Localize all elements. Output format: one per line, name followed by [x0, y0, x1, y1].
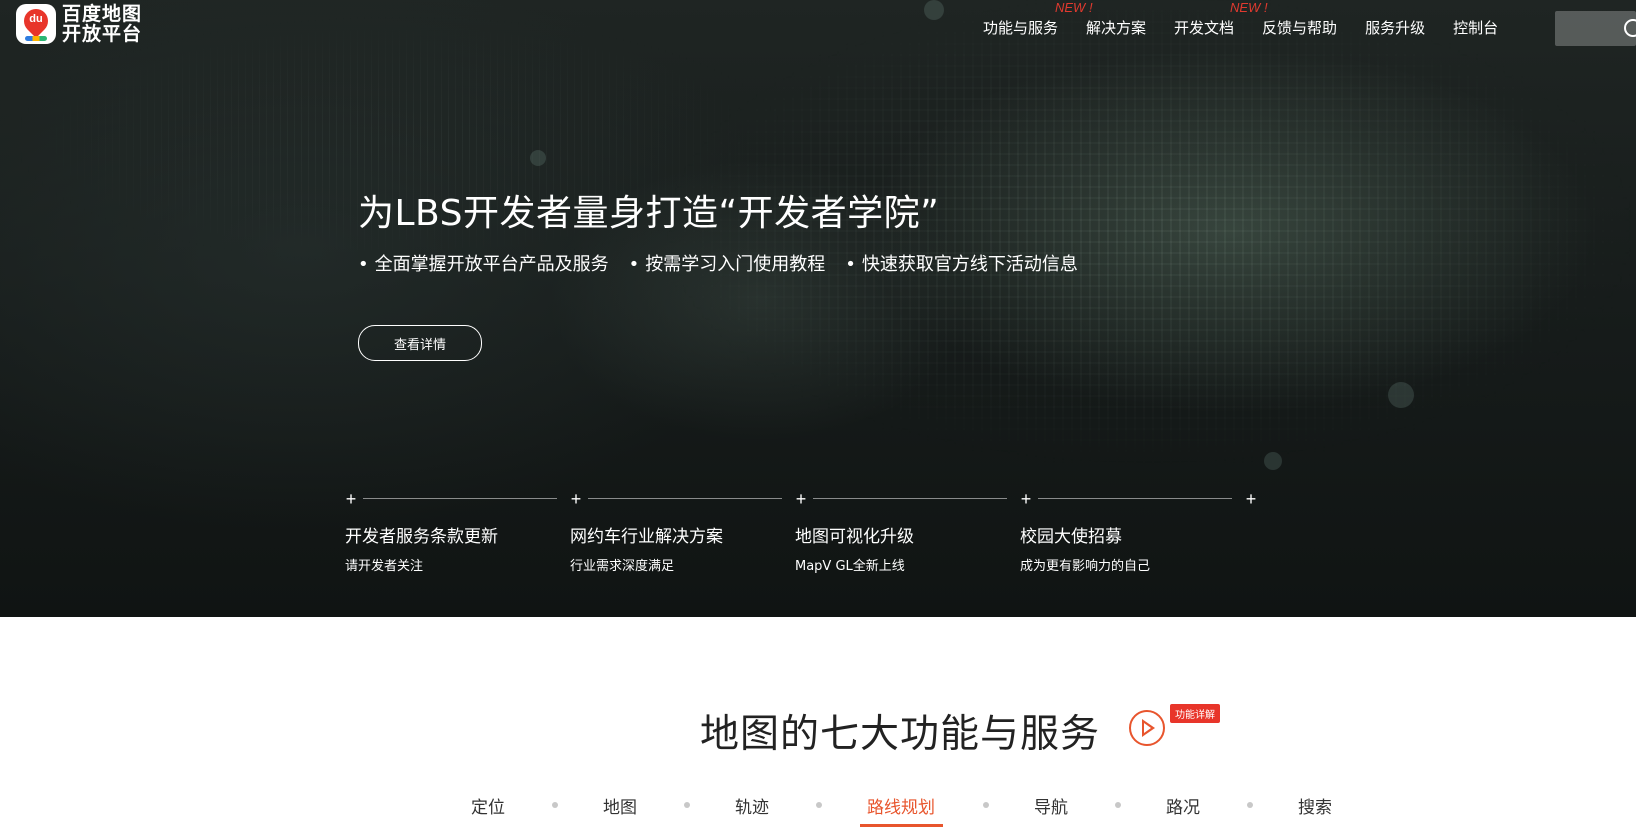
tab-separator-dot: [983, 802, 989, 808]
hero-bullet: 全面掌握开放平台产品及服务: [358, 250, 609, 276]
nav-item-solutions[interactable]: 解决方案: [1086, 17, 1146, 38]
tab-separator-dot: [1115, 802, 1121, 808]
hero-bullets: 全面掌握开放平台产品及服务 按需学习入门使用教程 快速获取官方线下活动信息: [358, 250, 1098, 276]
tab-separator-dot: [552, 802, 558, 808]
tab-separator-dot: [816, 802, 822, 808]
news-item[interactable]: 开发者服务条款更新 请开发者关注: [345, 522, 498, 574]
section-title: 地图的七大功能与服务: [700, 712, 1101, 757]
plus-icon: +: [795, 489, 807, 509]
news-title: 网约车行业解决方案: [570, 527, 723, 547]
plus-icon: +: [345, 489, 357, 509]
news-title: 校园大使招募: [1020, 527, 1122, 547]
bokeh-light: [1264, 452, 1282, 470]
tab-navigation[interactable]: 导航: [1034, 793, 1068, 818]
news-item[interactable]: 网约车行业解决方案 行业需求深度满足: [570, 522, 723, 574]
new-badge: NEW !: [1230, 0, 1268, 15]
hero-bullet: 快速获取官方线下活动信息: [845, 250, 1078, 276]
nav-item-console[interactable]: 控制台: [1453, 17, 1498, 38]
plus-icon: +: [570, 489, 582, 509]
hero-title: 为LBS开发者量身打造“开发者学院”: [358, 193, 940, 234]
nav-item-features[interactable]: NEW ! 功能与服务: [983, 0, 1093, 38]
feature-detail-badge[interactable]: 功能详解: [1170, 704, 1220, 723]
bokeh-light: [924, 0, 944, 20]
nav-item-feedback[interactable]: 反馈与帮助: [1262, 17, 1337, 38]
tab-location[interactable]: 定位: [471, 793, 505, 818]
divider: [813, 498, 1007, 499]
top-nav: NEW ! 功能与服务 解决方案 NEW ! 开发文档 反馈与帮助 服务升级 控…: [983, 0, 1526, 38]
news-title: 地图可视化升级: [795, 527, 914, 547]
play-video-button[interactable]: [1129, 710, 1165, 746]
tab-track[interactable]: 轨迹: [735, 793, 769, 818]
news-item[interactable]: 校园大使招募 成为更有影响力的自己: [1020, 522, 1150, 574]
tab-separator-dot: [1247, 802, 1253, 808]
tab-separator-dot: [684, 802, 690, 808]
view-details-button[interactable]: 查看详情: [358, 325, 482, 361]
tab-search[interactable]: 搜索: [1298, 793, 1332, 818]
plus-icon: +: [1020, 489, 1032, 509]
news-subtitle: MapV GL全新上线: [795, 559, 905, 574]
bokeh-light: [1388, 382, 1414, 408]
search-icon[interactable]: [1624, 19, 1636, 37]
news-subtitle: 行业需求深度满足: [570, 559, 675, 574]
baidu-map-logo-icon: du: [16, 4, 56, 44]
nav-item-upgrade[interactable]: 服务升级: [1365, 17, 1425, 38]
active-tab-indicator: [860, 824, 943, 827]
news-item[interactable]: 地图可视化升级 MapV GL全新上线: [795, 522, 914, 574]
brand-logo[interactable]: du 百度地图 开放平台: [16, 4, 142, 44]
divider: [363, 498, 557, 499]
news-title: 开发者服务条款更新: [345, 527, 498, 547]
divider: [588, 498, 782, 499]
brand-name: 百度地图 开放平台: [62, 3, 143, 45]
tab-route-planning[interactable]: 路线规划: [867, 793, 935, 818]
new-badge: NEW !: [1055, 0, 1093, 15]
tab-traffic[interactable]: 路况: [1166, 793, 1200, 818]
news-subtitle: 成为更有影响力的自己: [1020, 559, 1151, 574]
nav-item-docs[interactable]: NEW ! 开发文档: [1174, 0, 1268, 38]
search-box[interactable]: [1555, 11, 1636, 46]
tab-map[interactable]: 地图: [603, 793, 637, 818]
bokeh-light: [530, 150, 546, 166]
divider: [1038, 498, 1232, 499]
plus-icon: +: [1245, 489, 1257, 509]
play-icon: [1142, 719, 1155, 737]
news-subtitle: 请开发者关注: [345, 559, 424, 574]
hero-bullet: 按需学习入门使用教程: [629, 250, 825, 276]
